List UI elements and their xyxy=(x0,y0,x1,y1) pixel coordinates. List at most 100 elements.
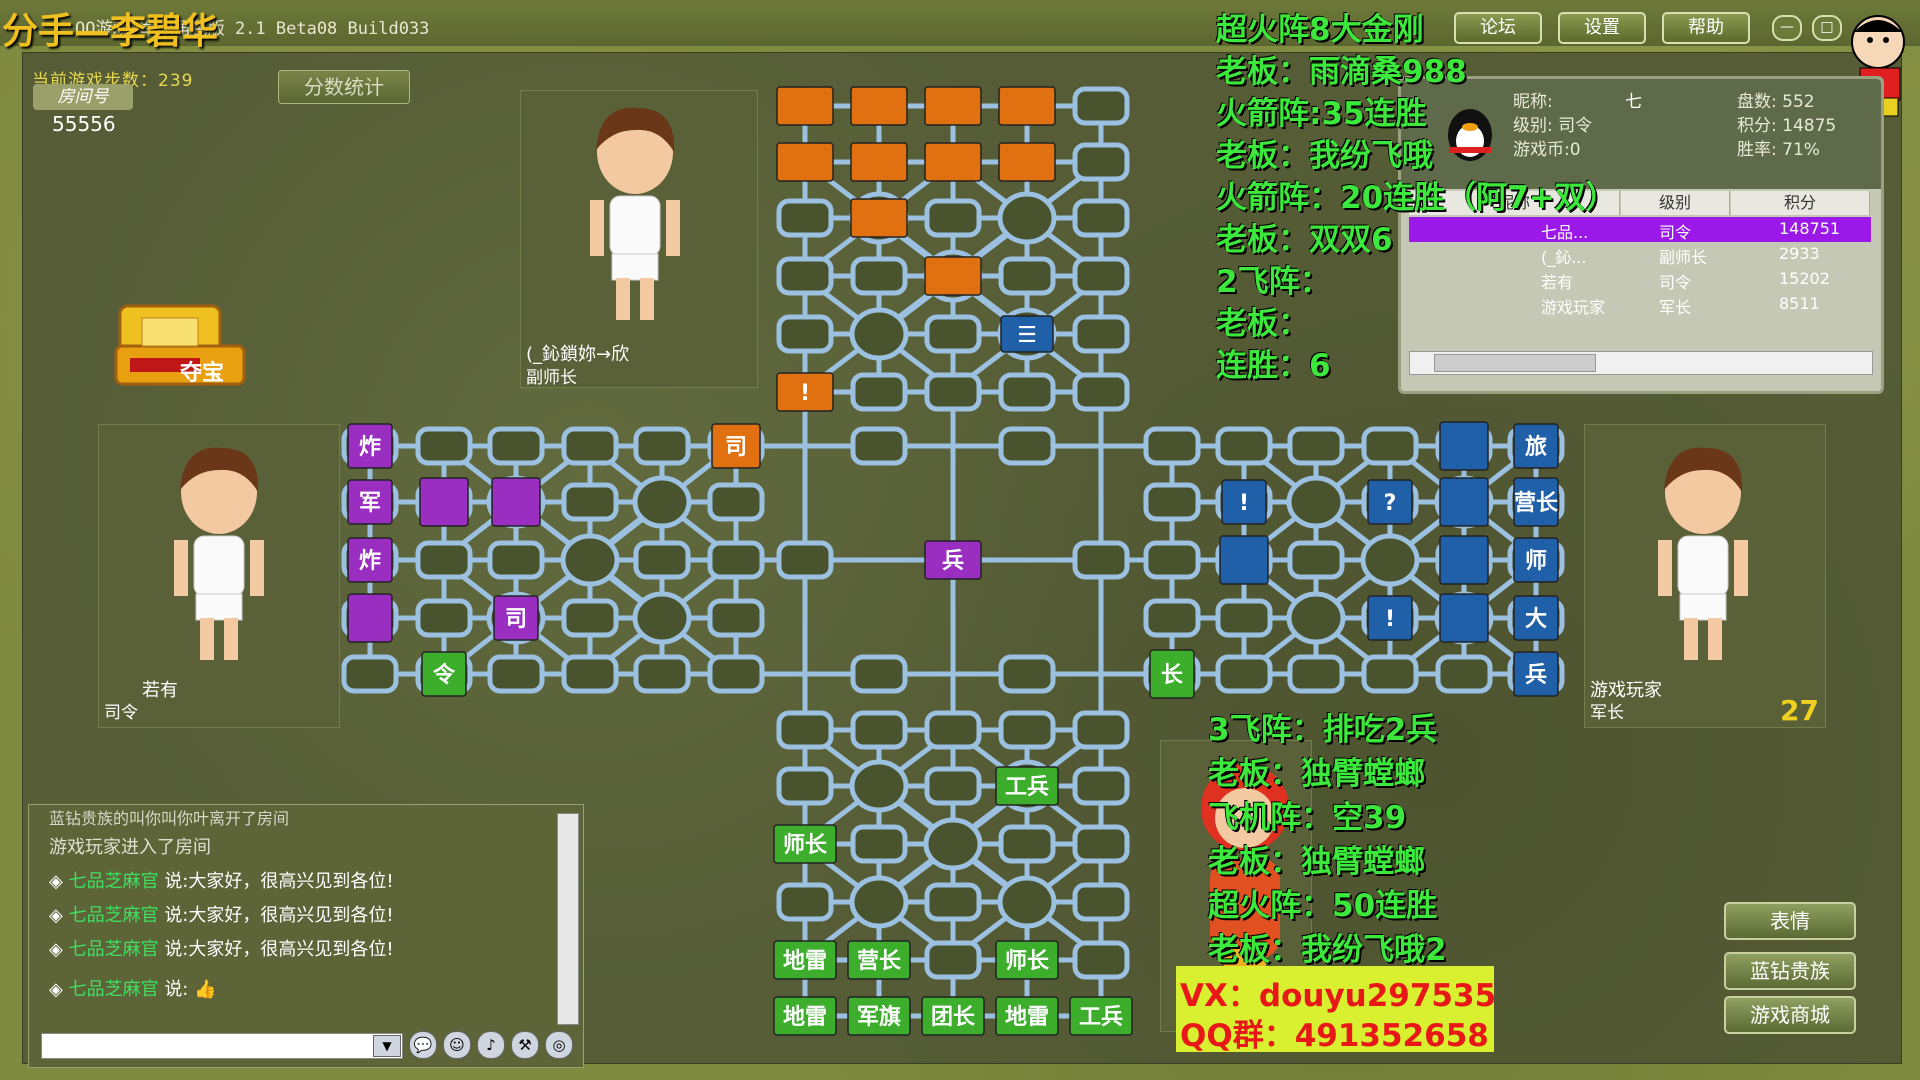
board-slot[interactable] xyxy=(415,426,473,466)
board-slot[interactable] xyxy=(707,540,765,580)
board-slot[interactable] xyxy=(850,824,908,864)
enemy-piece[interactable] xyxy=(850,198,908,238)
board-slot[interactable] xyxy=(850,372,908,412)
own-piece[interactable]: 地雷 xyxy=(773,996,837,1036)
camp-slot[interactable] xyxy=(1286,591,1346,645)
board-slot[interactable] xyxy=(1072,372,1130,412)
camp-slot[interactable] xyxy=(632,475,692,529)
enemy-piece[interactable]: ☰ xyxy=(1000,315,1054,353)
board-slot[interactable] xyxy=(850,710,908,750)
smiley-icon[interactable]: ☺ xyxy=(443,1031,471,1059)
board-slot[interactable] xyxy=(776,198,834,238)
board-slot[interactable] xyxy=(1072,940,1130,980)
board-slot[interactable] xyxy=(1072,540,1130,580)
chat-username[interactable]: 七品芝麻官 xyxy=(69,979,159,1000)
enemy-piece[interactable] xyxy=(1219,535,1269,585)
board-slot[interactable] xyxy=(1287,426,1345,466)
board-slot[interactable] xyxy=(924,710,982,750)
board-slot[interactable] xyxy=(924,198,982,238)
board-slot[interactable] xyxy=(1361,654,1419,694)
board-slot[interactable] xyxy=(1287,540,1345,580)
enemy-piece[interactable] xyxy=(924,142,982,182)
board-slot[interactable] xyxy=(633,654,691,694)
bubble-icon[interactable]: 💬 xyxy=(409,1031,437,1059)
board-slot[interactable] xyxy=(561,654,619,694)
emotes-button[interactable]: 表情 xyxy=(1724,902,1856,940)
board-slot[interactable] xyxy=(998,654,1056,694)
board-slot[interactable] xyxy=(998,824,1056,864)
board-slot[interactable] xyxy=(998,710,1056,750)
board-slot[interactable] xyxy=(341,654,399,694)
board-slot[interactable] xyxy=(487,426,545,466)
board-slot[interactable] xyxy=(1072,256,1130,296)
board-slot[interactable] xyxy=(1361,426,1419,466)
board-slot[interactable] xyxy=(561,482,619,522)
board-slot[interactable] xyxy=(633,426,691,466)
camp-slot[interactable] xyxy=(849,759,909,813)
ally-piece[interactable] xyxy=(347,593,393,643)
board-slot[interactable] xyxy=(415,598,473,638)
enemy-piece[interactable] xyxy=(776,86,834,126)
camp-slot[interactable] xyxy=(997,875,1057,929)
enemy-piece[interactable] xyxy=(924,86,982,126)
own-piece[interactable]: 工兵 xyxy=(995,766,1059,806)
own-piece[interactable]: 师长 xyxy=(995,940,1059,980)
board-slot[interactable] xyxy=(415,540,473,580)
chevron-down-icon[interactable]: ▼ xyxy=(373,1035,401,1057)
enemy-piece[interactable]: ! xyxy=(776,372,834,412)
camp-slot[interactable] xyxy=(1286,475,1346,529)
board-slot[interactable] xyxy=(924,766,982,806)
camp-slot[interactable] xyxy=(923,817,983,871)
chat-scrollbar[interactable] xyxy=(557,813,579,1025)
enemy-piece[interactable] xyxy=(1439,421,1489,471)
chat-username[interactable]: 七品芝麻官 xyxy=(69,871,159,892)
enemy-piece[interactable] xyxy=(776,142,834,182)
board-slot[interactable] xyxy=(1072,882,1130,922)
board-slot[interactable] xyxy=(924,940,982,980)
board-slot[interactable] xyxy=(1435,654,1493,694)
vip-button[interactable]: 蓝钻贵族 xyxy=(1724,952,1856,990)
own-piece[interactable]: 营长 xyxy=(847,940,911,980)
board-slot[interactable] xyxy=(850,256,908,296)
enemy-piece[interactable] xyxy=(924,256,982,296)
ally-piece[interactable]: 司 xyxy=(493,595,539,641)
enemy-piece[interactable]: 司 xyxy=(711,423,761,469)
board-slot[interactable] xyxy=(776,540,834,580)
chat-username[interactable]: 七品芝麻官 xyxy=(69,905,159,926)
board-slot[interactable] xyxy=(1215,426,1273,466)
enemy-piece[interactable] xyxy=(850,86,908,126)
camp-slot[interactable] xyxy=(560,533,620,587)
own-piece[interactable]: 军旗 xyxy=(847,996,911,1036)
board-slot[interactable] xyxy=(924,372,982,412)
board-slot[interactable] xyxy=(561,426,619,466)
camp-slot[interactable] xyxy=(1360,533,1420,587)
board-slot[interactable] xyxy=(1143,426,1201,466)
enemy-piece[interactable]: 旅 xyxy=(1513,423,1559,469)
board-slot[interactable] xyxy=(924,882,982,922)
ally-piece[interactable]: 兵 xyxy=(924,540,982,580)
board-slot[interactable] xyxy=(924,314,982,354)
ally-piece[interactable]: 炸 xyxy=(347,537,393,583)
board-slot[interactable] xyxy=(1287,654,1345,694)
board-slot[interactable] xyxy=(776,766,834,806)
own-piece[interactable]: 地雷 xyxy=(995,996,1059,1036)
board-slot[interactable] xyxy=(633,540,691,580)
camp-slot[interactable] xyxy=(849,875,909,929)
board-slot[interactable] xyxy=(776,314,834,354)
board-slot[interactable] xyxy=(487,540,545,580)
board-slot[interactable] xyxy=(1072,824,1130,864)
board-slot[interactable] xyxy=(998,372,1056,412)
board-slot[interactable] xyxy=(1143,482,1201,522)
board-slot[interactable] xyxy=(561,598,619,638)
own-piece[interactable]: 地雷 xyxy=(773,940,837,980)
enemy-piece[interactable]: 兵 xyxy=(1513,651,1559,697)
board-slot[interactable] xyxy=(707,654,765,694)
board-slot[interactable] xyxy=(1143,540,1201,580)
ally-piece[interactable]: 军 xyxy=(347,479,393,525)
board-slot[interactable] xyxy=(1072,198,1130,238)
board-slot[interactable] xyxy=(776,710,834,750)
own-piece[interactable]: 长 xyxy=(1149,649,1195,699)
board-slot[interactable] xyxy=(1072,314,1130,354)
camp-slot[interactable] xyxy=(632,591,692,645)
enemy-piece[interactable]: ? xyxy=(1367,479,1413,525)
